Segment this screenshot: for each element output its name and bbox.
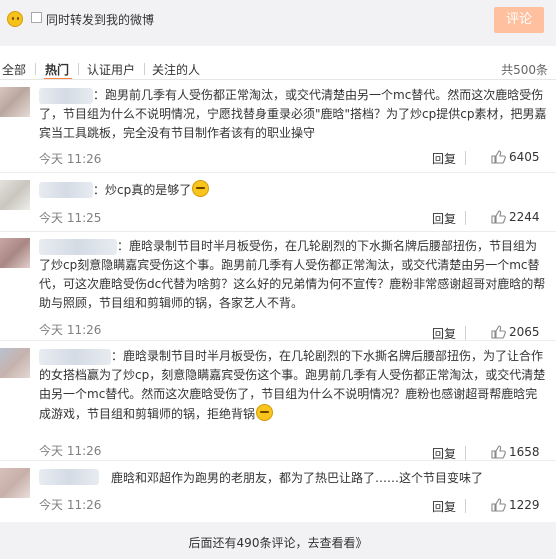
smile-emoji-icon: [256, 404, 274, 421]
comment-divider: [0, 460, 556, 461]
comment-text-line: 鹿晗和邓超作为跑男的老朋友，都为了热巴让路了……这个节目变味了: [111, 471, 484, 485]
comment-filter-tabs: 全部 热门 认证用户 关注的人 共500条: [0, 57, 556, 80]
action-divider: [465, 326, 466, 340]
comment-text-line: ：鹿晗录制节目时半月板受伤，在几轮剧烈的下水撕名牌后腰部扭伤，节目组为: [117, 239, 538, 253]
forward-to-weibo-label[interactable]: 同时转发到我的微博: [46, 11, 154, 28]
avatar[interactable]: [0, 348, 30, 378]
tab-following[interactable]: 关注的人: [152, 61, 200, 78]
total-comment-count: 共500条: [501, 63, 548, 77]
tab-divider: [78, 63, 79, 75]
comment-text-line: 了炒cp刻意隐瞒嘉宾受伤这个事。跑男前几季有人受伤都正常淘汰，或交代清楚由另一个…: [39, 258, 540, 272]
action-divider: [465, 211, 466, 225]
avatar[interactable]: [0, 180, 30, 210]
reply-button[interactable]: 回复: [432, 210, 456, 227]
comment-text: ：炒cp真的是够了: [39, 180, 551, 199]
view-more-comments-link[interactable]: 后面还有490条评论，去查看看》: [0, 534, 556, 551]
thumbs-up-icon[interactable]: [491, 325, 506, 339]
comment-divider: [0, 340, 556, 341]
comment-text-line: ：炒cp真的是够了: [93, 183, 192, 197]
comment-text-line: ：跑男前几季有人受伤都正常淘汰，或交代清楚由另一个mc替代。然而这次鹿晗受伤: [93, 88, 544, 102]
thumbs-up-icon[interactable]: [491, 498, 506, 512]
comment-timestamp: 今天 11:25: [39, 211, 102, 225]
comment-timestamp: 今天 11:26: [39, 498, 102, 512]
comment-text-line: 代，可这次鹿晗受伤dc代替为啥剪？这么好的兄弟情为何不宣传？鹿粉非常感谢超哥对鹿…: [39, 277, 546, 291]
reply-button[interactable]: 回复: [432, 150, 456, 167]
comment-text-line: 由另一个mc替代。然而这次鹿晗受伤了，节目组为什么不说明情况？鹿粉也感谢超哥帮鹿…: [39, 387, 538, 401]
comment-text: ：鹿晗录制节目时半月板受伤，在几轮剧烈的下水撕名牌后腰部扭伤，为了让合作 的女搭…: [39, 347, 551, 423]
comment-text-line: 的女搭档赢为了炒cp，刻意隐瞒嘉宾受伤这个事。跑男前几季有人受伤都正常淘汰，或交…: [39, 368, 546, 382]
comment-timestamp: 今天 11:26: [39, 444, 102, 458]
action-divider: [465, 446, 466, 460]
comment-divider: [0, 231, 556, 232]
comment-text-line: 成游戏，节目组和剪辑师的锅，拒绝背锅: [39, 407, 256, 421]
action-divider: [465, 499, 466, 513]
comment-text-line: ：鹿晗录制节目时半月板受伤，在几轮剧烈的下水撕名牌后腰部扭伤，为了让合作: [111, 349, 544, 363]
tab-divider: [144, 63, 145, 75]
comment-divider: [0, 172, 556, 173]
comment-text: ：跑男前几季有人受伤都正常淘汰，或交代清楚由另一个mc替代。然而这次鹿晗受伤 了…: [39, 86, 551, 143]
like-count[interactable]: 2244: [509, 210, 540, 224]
forward-to-weibo-checkbox[interactable]: [31, 12, 42, 23]
like-count[interactable]: 1658: [509, 445, 540, 459]
comment-timestamp: 今天 11:26: [39, 323, 102, 337]
thumbs-up-icon[interactable]: [491, 210, 506, 224]
smile-emoji-icon: [192, 180, 210, 197]
like-count[interactable]: 2065: [509, 325, 540, 339]
comment-text: ：鹿晗录制节目时半月板受伤，在几轮剧烈的下水撕名牌后腰部扭伤，节目组为 了炒cp…: [39, 237, 551, 313]
tab-divider: [35, 63, 36, 75]
comment-text: 鹿晗和邓超作为跑男的老朋友，都为了热巴让路了……这个节目变味了: [39, 469, 551, 488]
reply-button[interactable]: 回复: [432, 498, 456, 515]
thumbs-up-icon[interactable]: [491, 445, 506, 459]
tab-hot[interactable]: 热门: [45, 61, 69, 78]
like-count[interactable]: 6405: [509, 150, 540, 164]
comment-timestamp: 今天 11:26: [39, 152, 102, 166]
tab-all[interactable]: 全部: [2, 61, 26, 78]
comment-text-line: 宾当工具跳板，完全没有节目制作者该有的职业操守: [39, 126, 316, 140]
comment-text-line: 助与照顾，节目组和剪辑师的锅，各家艺人不背。: [39, 296, 304, 310]
action-divider: [465, 151, 466, 165]
thumbs-up-icon[interactable]: [491, 150, 506, 164]
comment-text-line: 了，节目组为什么不说明情况，宁愿找替身重录必须"鹿晗"搭档？为了炒cp提供cp素…: [39, 107, 547, 121]
divider: [0, 79, 556, 80]
avatar[interactable]: [0, 87, 30, 117]
avatar[interactable]: [0, 238, 30, 268]
avatar[interactable]: [0, 468, 30, 498]
submit-comment-button[interactable]: 评论: [494, 7, 544, 33]
more-comments-bar: 后面还有490条评论，去查看看》: [0, 522, 556, 559]
emoji-picker-icon[interactable]: [7, 11, 23, 27]
comment-composer-bar: 同时转发到我的微博 评论: [0, 0, 556, 46]
tab-verified-users[interactable]: 认证用户: [87, 61, 135, 78]
like-count[interactable]: 1229: [509, 498, 540, 512]
